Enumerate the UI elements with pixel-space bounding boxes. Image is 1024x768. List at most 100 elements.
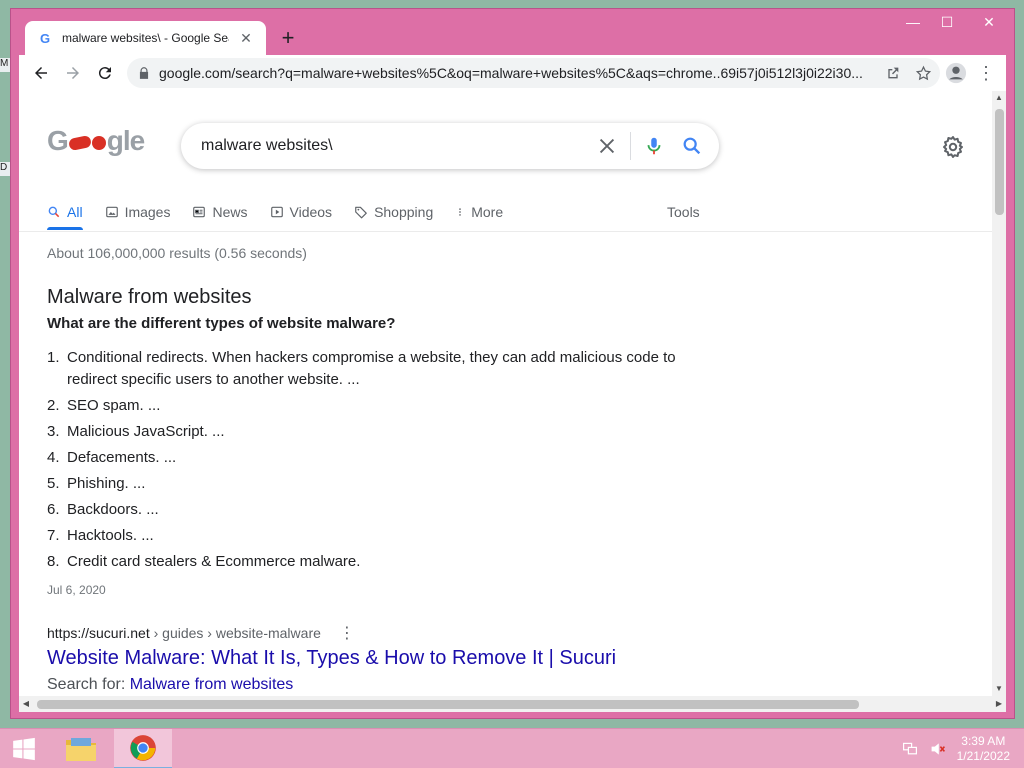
tab-label: Videos bbox=[289, 204, 333, 220]
list-item: 8. Credit card stealers & Ecommerce malwa… bbox=[47, 551, 687, 573]
bookmark-star-icon[interactable] bbox=[912, 62, 934, 84]
network-icon[interactable] bbox=[901, 740, 919, 758]
search-icon bbox=[683, 137, 701, 155]
list-item-text: Hacktools. ... bbox=[67, 527, 154, 544]
page-content: Ggle All bbox=[19, 91, 992, 696]
list-item-text: Backdoors. ... bbox=[67, 501, 159, 518]
taskbar: 3:39 AM 1/21/2022 bbox=[0, 728, 1024, 768]
close-icon bbox=[599, 138, 615, 154]
profile-button[interactable] bbox=[940, 57, 972, 89]
google-doodle-logo[interactable]: Ggle bbox=[47, 125, 145, 157]
share-icon[interactable] bbox=[882, 62, 904, 84]
search-input[interactable] bbox=[201, 137, 588, 155]
list-item: 6. Backdoors. ... bbox=[47, 499, 687, 521]
start-button[interactable] bbox=[0, 729, 48, 768]
tab-label: All bbox=[67, 204, 83, 220]
list-item-text: Credit card stealers & Ecommerce malware… bbox=[67, 553, 361, 570]
news-icon bbox=[193, 206, 206, 218]
reload-icon bbox=[98, 67, 111, 80]
scroll-right-arrow-icon[interactable]: ▶ bbox=[992, 696, 1006, 712]
list-item-text: Conditional redirects. When hackers comp… bbox=[67, 349, 676, 388]
tab-shopping[interactable]: Shopping bbox=[354, 197, 433, 227]
close-window-button[interactable]: ✕ bbox=[964, 9, 1014, 35]
search-for-line: Search for: Malware from websites bbox=[47, 676, 293, 694]
list-item: 1. Conditional redirects. When hackers co… bbox=[47, 347, 687, 391]
clear-search-button[interactable] bbox=[588, 127, 626, 165]
taskbar-file-explorer[interactable] bbox=[52, 729, 110, 768]
url-text[interactable]: google.com/search?q=malware+websites%5C&… bbox=[159, 65, 874, 81]
vertical-scroll-thumb[interactable] bbox=[995, 109, 1004, 215]
window-controls: — ☐ ✕ bbox=[896, 9, 1014, 35]
list-item-number: 3. bbox=[47, 423, 60, 440]
address-bar[interactable]: google.com/search?q=malware+websites%5C&… bbox=[127, 58, 940, 88]
reload-button[interactable] bbox=[89, 57, 121, 89]
more-vert-icon bbox=[459, 208, 462, 216]
tools-button[interactable]: Tools bbox=[667, 197, 700, 227]
tab-strip: G malware websites\ - Google Search ✕ + bbox=[25, 21, 302, 55]
more-options-icon[interactable]: ⋮ bbox=[339, 623, 355, 643]
list-item-text: Defacements. ... bbox=[67, 449, 177, 466]
desktop-icon-fragment: D bbox=[0, 162, 10, 176]
list-item-text: Malicious JavaScript. ... bbox=[67, 423, 225, 440]
tab-news[interactable]: News bbox=[192, 197, 248, 227]
volume-muted-icon[interactable] bbox=[929, 740, 947, 758]
browser-window: — ☐ ✕ G malware websites\ - Google Searc… bbox=[10, 8, 1015, 719]
search-icon bbox=[48, 206, 60, 218]
scroll-left-arrow-icon[interactable]: ◀ bbox=[19, 696, 33, 712]
scroll-down-arrow-icon[interactable]: ▼ bbox=[992, 682, 1006, 696]
search-tabs: All Images News Videos Shopping More bbox=[47, 197, 503, 230]
taskbar-chrome[interactable] bbox=[114, 729, 172, 768]
featured-snippet-list: 1. Conditional redirects. When hackers co… bbox=[47, 347, 687, 577]
tab-images[interactable]: Images bbox=[105, 197, 170, 227]
divider bbox=[630, 132, 631, 160]
windows-logo-icon bbox=[13, 737, 35, 761]
forward-button[interactable] bbox=[57, 57, 89, 89]
tab-videos[interactable]: Videos bbox=[270, 197, 333, 227]
search-box bbox=[181, 123, 719, 169]
search-for-label: Search for: bbox=[47, 676, 130, 693]
result-citation[interactable]: https://sucuri.net › guides › website-ma… bbox=[47, 623, 355, 643]
back-button[interactable] bbox=[25, 57, 57, 89]
tab-label: Shopping bbox=[374, 204, 434, 220]
tab-label: News bbox=[212, 204, 248, 220]
maximize-button[interactable]: ☐ bbox=[930, 9, 964, 35]
system-tray: 3:39 AM 1/21/2022 bbox=[901, 729, 1024, 768]
list-item-number: 7. bbox=[47, 527, 60, 544]
settings-gear-icon[interactable] bbox=[941, 135, 965, 159]
search-submit-button[interactable] bbox=[673, 127, 711, 165]
featured-snippet-question: What are the different types of website … bbox=[47, 315, 396, 332]
tab-more[interactable]: More bbox=[455, 197, 503, 227]
video-icon bbox=[270, 206, 283, 218]
system-clock[interactable]: 3:39 AM 1/21/2022 bbox=[957, 734, 1010, 764]
browser-menu-button[interactable]: ⋮ bbox=[972, 57, 1000, 89]
vertical-scrollbar[interactable]: ▲ ▼ bbox=[992, 91, 1006, 696]
folder-icon bbox=[66, 738, 96, 761]
search-for-link[interactable]: Malware from websites bbox=[130, 676, 294, 693]
minimize-button[interactable]: — bbox=[896, 9, 930, 35]
arrow-right-icon bbox=[67, 67, 79, 79]
profile-avatar-icon bbox=[945, 62, 967, 84]
scroll-up-arrow-icon[interactable]: ▲ bbox=[992, 91, 1006, 105]
list-item: 2. SEO spam. ... bbox=[47, 395, 687, 417]
tag-icon bbox=[355, 206, 367, 219]
microphone-icon bbox=[647, 137, 661, 155]
horizontal-scrollbar[interactable]: ◀ ▶ bbox=[19, 696, 1006, 712]
tab-all[interactable]: All bbox=[47, 197, 83, 230]
new-tab-button[interactable]: + bbox=[274, 24, 302, 52]
browser-tab[interactable]: G malware websites\ - Google Search ✕ bbox=[25, 21, 266, 55]
list-item-text: SEO spam. ... bbox=[67, 397, 161, 414]
list-item-number: 8. bbox=[47, 553, 60, 570]
result-title-link[interactable]: Website Malware: What It Is, Types & How… bbox=[47, 647, 616, 670]
lock-icon[interactable] bbox=[137, 66, 151, 80]
tab-close-icon[interactable]: ✕ bbox=[238, 30, 254, 47]
image-icon bbox=[105, 206, 118, 218]
list-item-number: 4. bbox=[47, 449, 60, 466]
voice-search-button[interactable] bbox=[635, 127, 673, 165]
featured-snippet-title: Malware from websites bbox=[47, 286, 252, 308]
clock-time: 3:39 AM bbox=[961, 734, 1006, 748]
list-item: 4. Defacements. ... bbox=[47, 447, 687, 469]
list-item-number: 5. bbox=[47, 475, 60, 492]
list-item-text: Phishing. ... bbox=[67, 475, 146, 492]
horizontal-scroll-thumb[interactable] bbox=[37, 700, 859, 709]
list-item: 3. Malicious JavaScript. ... bbox=[47, 421, 687, 443]
